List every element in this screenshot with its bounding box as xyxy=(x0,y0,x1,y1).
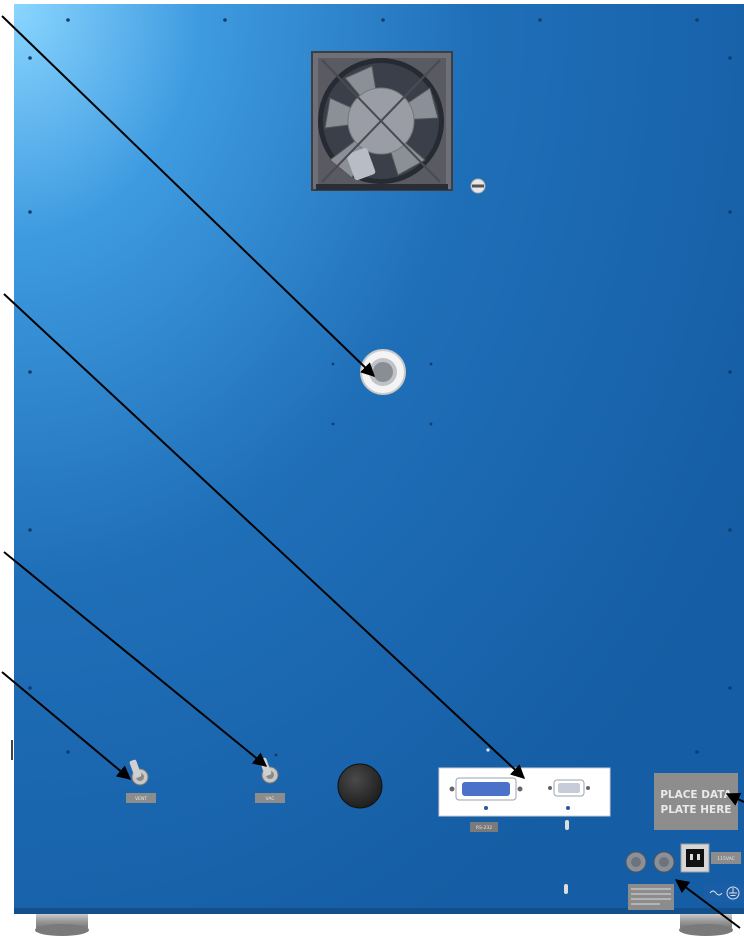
serial-label: RS-232 xyxy=(476,825,492,831)
plug-cap xyxy=(470,178,486,194)
data-plate: PLACE DATA PLATE HERE xyxy=(654,773,738,830)
vent-label: VENT xyxy=(135,796,147,802)
rear-panel-diagram: VENT VAC RS-232 PLACE DATA PLATE HERE 11… xyxy=(0,0,744,942)
power-inlet[interactable] xyxy=(680,843,710,873)
rear-panel-svg: VENT VAC RS-232 PLACE DATA PLATE HERE 11… xyxy=(1,4,744,936)
fuse-info-label xyxy=(628,884,674,910)
black-knob[interactable] xyxy=(337,763,383,809)
connector-plate xyxy=(438,767,611,817)
small-clip-lower xyxy=(564,884,568,894)
data-plate-line2: PLATE HERE xyxy=(661,804,732,816)
center-fitting xyxy=(360,349,406,395)
ground-symbol-tag xyxy=(704,884,744,902)
small-clip xyxy=(565,820,569,830)
data-plate-line1: PLACE DATA xyxy=(660,789,732,801)
vac-label: VAC xyxy=(266,796,275,802)
cooling-fan xyxy=(311,51,453,191)
db9-connector[interactable] xyxy=(548,779,590,797)
db25-connector[interactable] xyxy=(449,777,523,801)
power-rating-label: 115VAC xyxy=(717,856,735,862)
